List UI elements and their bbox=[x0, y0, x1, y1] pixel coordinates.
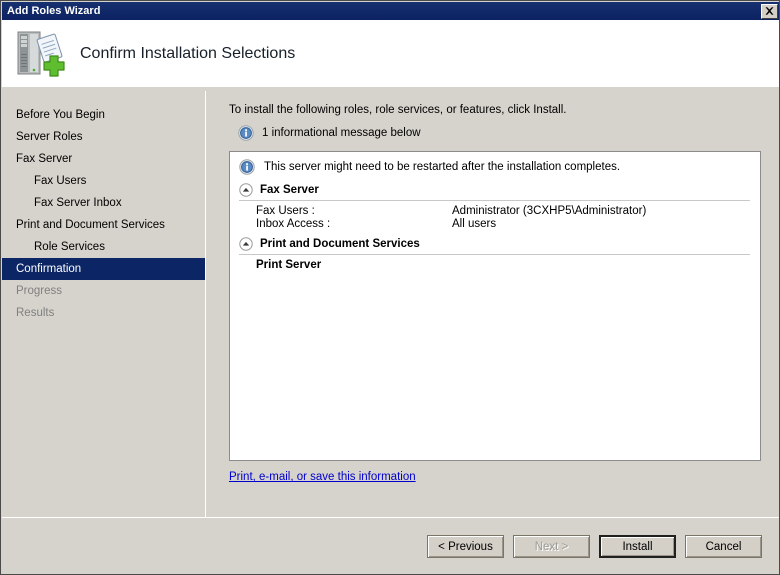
group-title: Print and Document Services bbox=[260, 238, 420, 250]
next-button: Next > bbox=[513, 535, 590, 558]
close-button[interactable] bbox=[761, 3, 778, 19]
fax-server-settings-table: Fax Users : Administrator (3CXHP5\Admini… bbox=[256, 205, 646, 231]
sidebar-item-server-roles[interactable]: Server Roles bbox=[2, 126, 205, 148]
sidebar-item-before-you-begin[interactable]: Before You Begin bbox=[2, 104, 205, 126]
install-button[interactable]: Install bbox=[599, 535, 676, 558]
add-roles-wizard-window: Add Roles Wizard Confirm Installation Se… bbox=[0, 0, 780, 575]
sidebar-item-results: Results bbox=[16, 307, 55, 319]
informational-message-summary: 1 informational message below bbox=[238, 125, 761, 141]
group-title: Fax Server bbox=[260, 184, 319, 196]
wizard-button-row: < Previous Next > Install Cancel bbox=[427, 535, 762, 558]
body-area: Before You Begin Server Roles Fax Server… bbox=[2, 87, 779, 517]
sidebar-item-confirmation[interactable]: Confirmation bbox=[2, 258, 205, 280]
add-roles-server-icon bbox=[17, 31, 65, 77]
sidebar-item-fax-users[interactable]: Fax Users bbox=[2, 170, 205, 192]
close-icon bbox=[765, 7, 774, 15]
role-service-entry: Print Server bbox=[256, 259, 322, 271]
restart-notice-text: This server might need to be restarted a… bbox=[264, 161, 621, 173]
group-header-print-and-document-services[interactable]: Print and Document Services bbox=[239, 237, 750, 255]
window-title: Add Roles Wizard bbox=[7, 5, 101, 17]
installation-selections-panel: This server might need to be restarted a… bbox=[229, 151, 761, 461]
setting-value: All users bbox=[452, 218, 497, 230]
main-content: To install the following roles, role ser… bbox=[207, 91, 779, 517]
sidebar-item-fax-server-inbox[interactable]: Fax Server Inbox bbox=[2, 192, 205, 214]
informational-message-count: 1 informational message below bbox=[262, 127, 421, 139]
title-bar: Add Roles Wizard bbox=[2, 2, 779, 20]
table-row: Inbox Access : All users bbox=[256, 218, 646, 231]
cancel-button[interactable]: Cancel bbox=[685, 535, 762, 558]
sidebar-item-fax-server[interactable]: Fax Server bbox=[2, 148, 205, 170]
instruction-text: To install the following roles, role ser… bbox=[229, 104, 567, 116]
wizard-steps-sidebar: Before You Begin Server Roles Fax Server… bbox=[2, 91, 206, 517]
info-icon bbox=[239, 159, 255, 175]
table-row: Fax Users : Administrator (3CXHP5\Admini… bbox=[256, 205, 646, 218]
chevron-up-circle-icon bbox=[239, 183, 253, 197]
sidebar-item-print-and-document-services[interactable]: Print and Document Services bbox=[2, 214, 205, 236]
restart-notice: This server might need to be restarted a… bbox=[239, 159, 750, 175]
sidebar-item-progress: Progress bbox=[16, 285, 63, 297]
sidebar-item-role-services[interactable]: Role Services bbox=[2, 236, 205, 258]
group-header-fax-server[interactable]: Fax Server bbox=[239, 183, 750, 201]
page-title: Confirm Installation Selections bbox=[80, 44, 296, 62]
previous-button[interactable]: < Previous bbox=[427, 535, 504, 558]
header-banner: Confirm Installation Selections bbox=[2, 20, 779, 87]
setting-key: Inbox Access : bbox=[256, 218, 331, 230]
info-icon bbox=[238, 125, 254, 141]
setting-key: Fax Users : bbox=[256, 205, 315, 217]
chevron-up-circle-icon bbox=[239, 237, 253, 251]
footer-bar: < Previous Next > Install Cancel bbox=[2, 518, 779, 574]
setting-value: Administrator (3CXHP5\Administrator) bbox=[452, 205, 647, 217]
print-email-save-link[interactable]: Print, e-mail, or save this information bbox=[229, 471, 416, 483]
